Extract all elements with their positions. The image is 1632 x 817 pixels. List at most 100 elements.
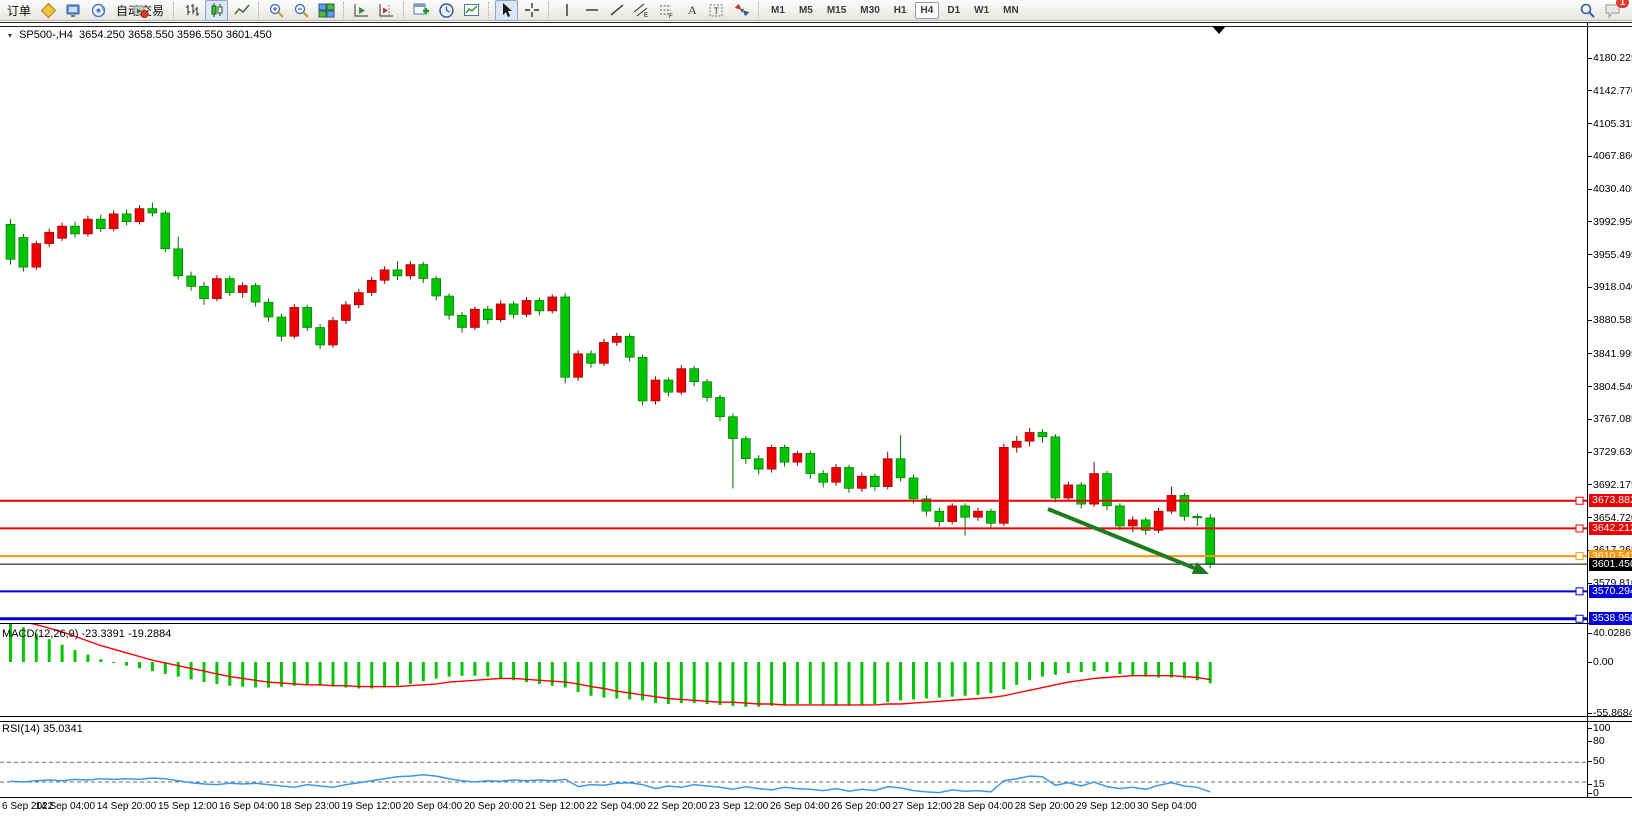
candle-down <box>483 309 492 319</box>
candle-down <box>277 317 286 336</box>
order-icon[interactable] <box>37 0 60 21</box>
cursor-icon[interactable] <box>495 0 518 21</box>
macd-tick-label: 0.00 <box>1593 656 1613 668</box>
vertical-line-icon[interactable] <box>555 0 578 21</box>
candle-up <box>1025 432 1034 441</box>
arrows-button[interactable]: ▾ <box>730 0 753 21</box>
hline-handle[interactable] <box>1576 588 1583 595</box>
svg-text:F: F <box>669 14 673 19</box>
bar-chart-icon[interactable] <box>180 0 203 21</box>
price-tick-label: 4067.860 <box>1593 150 1632 162</box>
fibonacci-icon[interactable]: F <box>655 0 678 21</box>
price-tick-label: 3918.040 <box>1593 281 1632 293</box>
time-label: 29 Sep 12:00 <box>1073 801 1139 812</box>
rsi-tick-label: 80 <box>1593 735 1605 747</box>
timeframe-m30[interactable]: M30 <box>854 2 885 19</box>
line-chart-icon[interactable] <box>230 0 253 21</box>
timeframe-h1[interactable]: H1 <box>888 2 913 19</box>
candle-up <box>470 309 479 327</box>
candle-down <box>1206 518 1215 564</box>
candlestick-chart-icon[interactable] <box>205 0 228 21</box>
price-axis[interactable]: 4180.2254142.7704105.3154067.8604030.405… <box>1587 22 1632 797</box>
search-icon[interactable] <box>1576 0 1599 21</box>
candle-up <box>58 226 67 238</box>
text-icon[interactable]: A <box>680 0 703 21</box>
price-tick-mark <box>1588 254 1592 255</box>
rsi-tick-label: 50 <box>1593 755 1605 767</box>
candle-down <box>896 459 905 478</box>
crosshair-icon[interactable] <box>520 0 543 21</box>
chat-icon[interactable]: 1 <box>1601 0 1624 21</box>
price-tag: 3601.450 <box>1589 558 1632 571</box>
candle-up <box>974 511 983 517</box>
timeframe-m5[interactable]: M5 <box>793 2 819 19</box>
new-chart-button[interactable]: ▾ <box>410 0 433 21</box>
autotrading-button[interactable]: 自动交易 <box>112 0 168 21</box>
time-axis[interactable]: 6 Sep 202214 Sep 04:0014 Sep 20:0015 Sep… <box>0 801 1587 817</box>
candle-up <box>948 506 957 522</box>
time-label: 26 Sep 04:00 <box>767 801 833 812</box>
new-order-label: 订单 <box>4 2 34 19</box>
candle-up <box>1012 441 1021 447</box>
price-tick-label: 4180.225 <box>1593 52 1632 64</box>
rsi-pane[interactable] <box>0 720 1587 797</box>
timeframe-d1[interactable]: D1 <box>941 2 966 19</box>
time-label: 23 Sep 12:00 <box>706 801 772 812</box>
timeframe-h4[interactable]: H4 <box>915 2 940 19</box>
text-label-icon[interactable]: T <box>705 0 728 21</box>
timeframe-m15[interactable]: M15 <box>821 2 852 19</box>
candle-down <box>587 354 596 364</box>
time-label: 28 Sep 04:00 <box>950 801 1016 812</box>
candle-down <box>1038 432 1047 436</box>
macd-tick-mark <box>1588 662 1592 663</box>
templates-button[interactable]: ▾ <box>460 0 483 21</box>
price-tick-mark <box>1588 419 1592 420</box>
candle-down <box>6 224 15 259</box>
candle-down <box>122 214 131 222</box>
chart-shift-icon[interactable] <box>375 0 398 21</box>
hline-handle[interactable] <box>1576 553 1583 560</box>
tile-windows-icon[interactable] <box>315 0 338 21</box>
horizontal-line-icon[interactable] <box>580 0 603 21</box>
macd-pane[interactable] <box>0 624 1587 716</box>
periods-button[interactable]: ▾ <box>435 0 458 21</box>
toolbar-separator <box>343 2 345 18</box>
candle-down <box>986 511 995 523</box>
zoom-out-icon[interactable] <box>290 0 313 21</box>
main-price-pane[interactable] <box>0 22 1587 623</box>
candle-down <box>690 369 699 382</box>
timeframe-mn[interactable]: MN <box>997 2 1025 19</box>
candle-down <box>1115 506 1124 526</box>
candle-down <box>174 249 183 276</box>
price-tick-mark <box>1588 90 1592 91</box>
zoom-in-icon[interactable] <box>265 0 288 21</box>
rsi-line <box>11 775 1211 793</box>
candle-up <box>341 305 350 321</box>
timeframe-w1[interactable]: W1 <box>968 2 995 19</box>
new-order-button[interactable]: 订单 <box>3 0 35 21</box>
candle-up <box>793 453 802 462</box>
chart-shift-marker[interactable] <box>1212 26 1226 34</box>
candle-up <box>135 209 144 222</box>
hline-handle[interactable] <box>1576 615 1583 622</box>
candle-down <box>561 297 570 377</box>
candle-up <box>651 380 660 401</box>
signal-icon[interactable] <box>87 0 110 21</box>
candle-up <box>1167 495 1176 511</box>
equidistant-channel-icon[interactable]: E <box>630 0 653 21</box>
hline-handle[interactable] <box>1576 497 1583 504</box>
time-label: 20 Sep 04:00 <box>400 801 466 812</box>
hline-handle[interactable] <box>1576 525 1583 532</box>
candle-down <box>664 380 673 392</box>
auto-scroll-icon[interactable] <box>350 0 373 21</box>
candle-down <box>19 237 28 267</box>
candlesticks <box>6 202 1215 568</box>
price-tick-label: 3729.630 <box>1593 446 1632 458</box>
price-tag: 3570.294 <box>1589 585 1632 598</box>
candle-up <box>548 297 557 311</box>
trendline-icon[interactable] <box>605 0 628 21</box>
timeframe-m1[interactable]: M1 <box>765 2 791 19</box>
market-watch-icon[interactable] <box>62 0 85 21</box>
candle-up <box>45 232 54 243</box>
rsi-tick-label: 100 <box>1593 722 1611 734</box>
